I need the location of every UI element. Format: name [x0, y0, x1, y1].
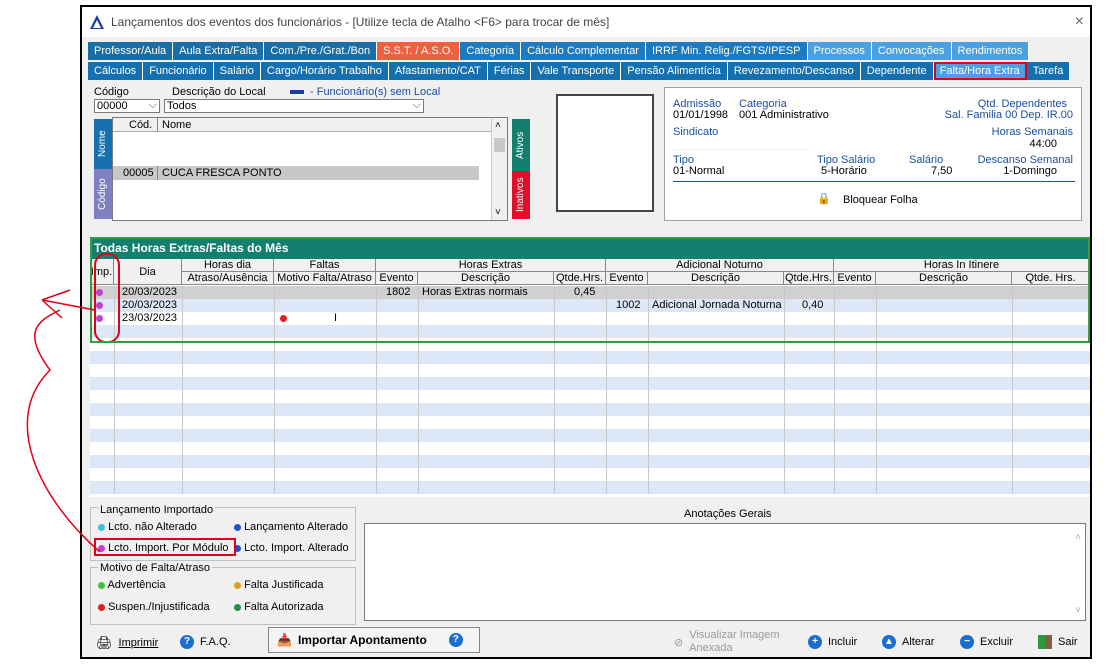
annotation-arrow — [26, 289, 101, 553]
